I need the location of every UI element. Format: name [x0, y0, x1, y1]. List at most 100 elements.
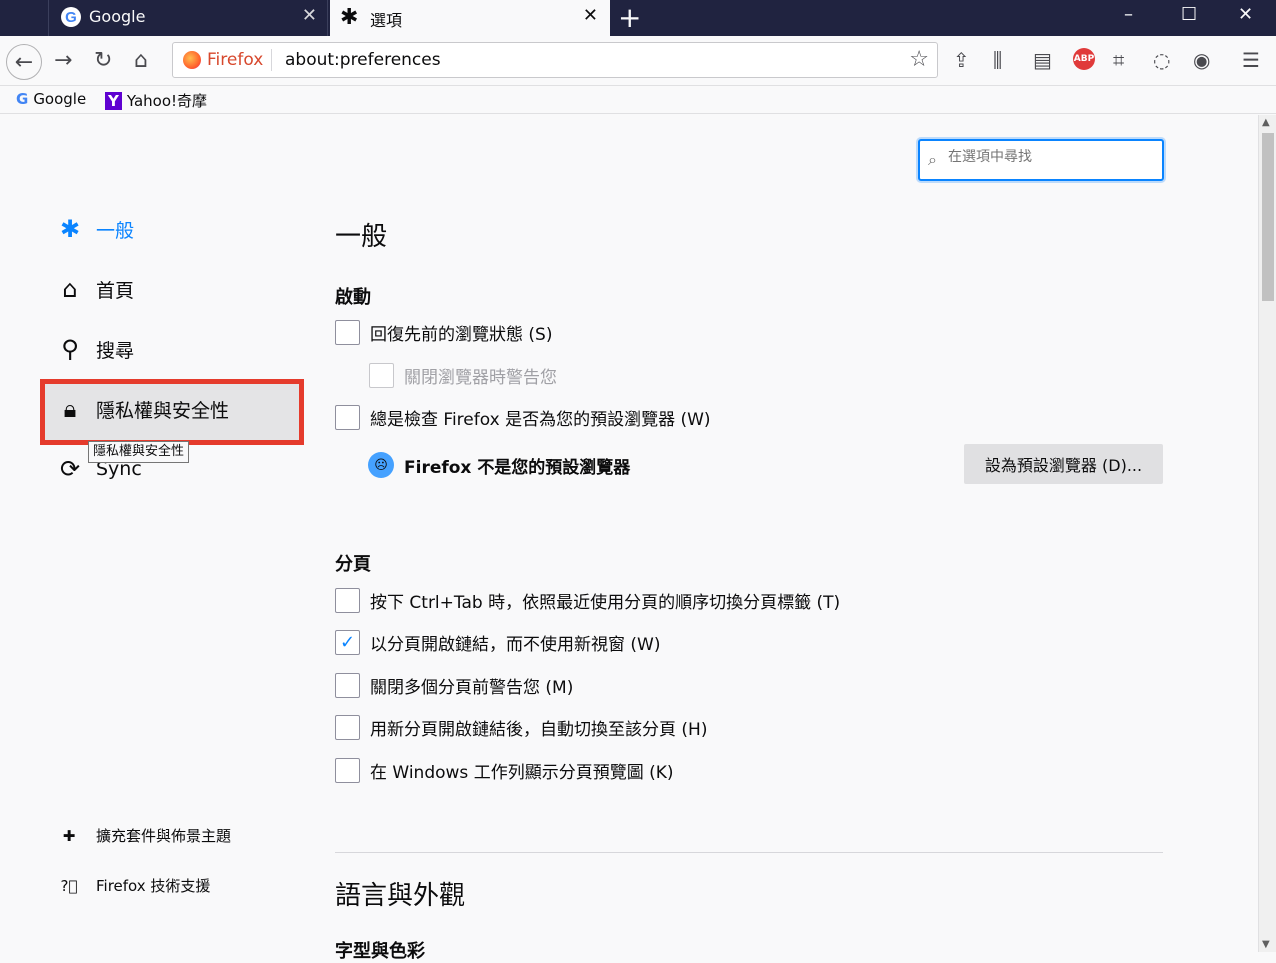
sad-face-icon: ☹: [368, 452, 394, 478]
support-link[interactable]: ?⃝ Firefox 技術支援: [60, 875, 211, 896]
account-icon[interactable]: ◉: [1193, 48, 1210, 72]
firefox-icon: [183, 51, 201, 69]
pocket-icon[interactable]: ⇪: [953, 48, 970, 72]
url-text[interactable]: about:preferences: [285, 50, 441, 70]
close-tab-icon[interactable]: ✕: [583, 5, 598, 26]
not-default-status: ☹ Firefox 不是您的預設瀏覽器: [368, 452, 630, 478]
option-label: 以分頁開啟鏈結，而不使用新視窗 (W): [370, 635, 661, 655]
search-icon: ⚲: [61, 335, 79, 363]
forward-button[interactable]: →: [54, 48, 72, 73]
library-icon[interactable]: ⫼: [993, 48, 1002, 72]
sidebar-item-privacy[interactable]: 🔒︎ 隱私權與安全性: [54, 395, 229, 423]
search-input[interactable]: [948, 149, 1148, 165]
checkbox[interactable]: [335, 405, 360, 430]
sidebar-item-label: 一般: [96, 219, 135, 242]
bookmarks-toolbar: G Google Y Yahoo!奇摩: [0, 86, 1276, 114]
tab-label: Google: [89, 7, 146, 26]
yahoo-icon: Y: [105, 91, 122, 110]
url-bar[interactable]: Firefox about:preferences ☆: [172, 42, 938, 78]
sync-icon: ⟳: [59, 455, 81, 483]
scroll-thumb[interactable]: [1262, 133, 1274, 301]
sidebar-item-label: 搜尋: [96, 339, 135, 362]
option-label: 關閉瀏覽器時警告您: [404, 368, 557, 388]
search-icon: ⌕: [928, 150, 937, 169]
maximize-button[interactable]: ☐: [1181, 4, 1197, 25]
bookmark-label: Google: [33, 90, 87, 108]
sidebar-item-general[interactable]: ✱ 一般: [54, 215, 134, 243]
checkbox[interactable]: [335, 673, 360, 698]
addons-label: 擴充套件與佈景主題: [96, 827, 232, 845]
new-tab-button[interactable]: +: [618, 1, 641, 34]
preferences-search[interactable]: ⌕: [918, 139, 1164, 181]
bookmark-star-icon[interactable]: ☆: [909, 47, 929, 72]
option-label: 按下 Ctrl+Tab 時，依照最近使用分頁的順序切換分頁標籤 (T): [370, 593, 841, 613]
tabs-heading: 分頁: [335, 554, 371, 575]
scroll-down-icon[interactable]: ▼: [1262, 939, 1270, 950]
sidebar-item-label: 隱私權與安全性: [96, 399, 230, 422]
warn-close-tabs-option[interactable]: 關閉多個分頁前警告您 (M): [335, 673, 573, 698]
open-links-in-tabs-option[interactable]: ✓ 以分頁開啟鏈結，而不使用新視窗 (W): [335, 630, 660, 655]
checkbox[interactable]: [335, 588, 360, 613]
make-default-button[interactable]: 設為預設瀏覽器 (D)...: [964, 444, 1163, 484]
url-separator: [271, 49, 272, 71]
menu-icon[interactable]: ☰: [1242, 48, 1260, 72]
bookmark-google[interactable]: G Google: [16, 90, 86, 108]
fonts-heading: 字型與色彩: [335, 941, 425, 962]
warn-on-quit-option: 關閉瀏覽器時警告您: [369, 363, 557, 388]
tab-options[interactable]: ✱ 選項 ✕: [330, 0, 610, 36]
sidebar-item-home[interactable]: ⌂ 首頁: [54, 275, 134, 303]
section-divider: [335, 852, 1163, 853]
addons-link[interactable]: ✚ 擴充套件與佈景主題: [60, 825, 231, 846]
back-button[interactable]: ←: [6, 44, 42, 80]
checkbox[interactable]: [335, 758, 360, 783]
preferences-page: ⌕ ✱ 一般 ⌂ 首頁 ⚲ 搜尋 🔒︎ 隱私權與安全性 ⟳ Sync 隱私權與安…: [0, 115, 1258, 962]
lock-icon: 🔒︎: [63, 395, 77, 423]
tab-google[interactable]: G Google ✕: [48, 0, 328, 36]
puzzle-icon: ✚: [62, 826, 76, 845]
option-label: 回復先前的瀏覽狀態 (S): [370, 325, 553, 345]
tab-bar: G Google ✕ ✱ 選項 ✕ + – ☐ ✕: [0, 0, 1276, 36]
reload-button[interactable]: ↻: [94, 48, 112, 73]
gear-icon: ✱: [340, 5, 359, 30]
crop-icon[interactable]: ⌗: [1113, 48, 1124, 72]
switch-to-new-tab-option[interactable]: 用新分頁開啟鏈結後，自動切換至該分頁 (H): [335, 715, 707, 740]
home-button[interactable]: ⌂: [134, 48, 148, 73]
option-label: 關閉多個分頁前警告您 (M): [370, 678, 574, 698]
checkbox: [369, 363, 394, 388]
google-icon: G: [16, 90, 29, 108]
adblock-icon[interactable]: ABP: [1073, 48, 1095, 70]
option-label: 總是檢查 Firefox 是否為您的預設瀏覽器 (W): [370, 410, 711, 430]
navigation-toolbar: ← → ↻ ⌂ Firefox about:preferences ☆ ⇪ ⫼ …: [0, 36, 1276, 86]
bookmark-label: Yahoo!奇摩: [126, 92, 208, 110]
option-label: 在 Windows 工作列顯示分頁預覽圖 (K): [370, 763, 674, 783]
identity-label: Firefox: [207, 50, 264, 70]
language-heading: 語言與外觀: [335, 881, 466, 911]
checkbox-checked[interactable]: ✓: [335, 630, 360, 655]
startup-heading: 啟動: [335, 287, 371, 308]
tab-label: 選項: [370, 11, 403, 30]
scrollbar[interactable]: ▲ ▼: [1258, 115, 1276, 952]
help-icon: ?⃝: [60, 876, 78, 895]
minimize-button[interactable]: –: [1124, 4, 1133, 25]
sidebar-item-search[interactable]: ⚲ 搜尋: [54, 335, 134, 363]
close-window-button[interactable]: ✕: [1238, 4, 1253, 25]
home-icon: ⌂: [62, 275, 78, 303]
gear-icon: ✱: [59, 215, 81, 243]
sidebar-icon[interactable]: ▤: [1033, 48, 1052, 72]
scroll-up-icon[interactable]: ▲: [1262, 117, 1270, 128]
restore-session-option[interactable]: 回復先前的瀏覽狀態 (S): [335, 320, 552, 345]
support-label: Firefox 技術支援: [96, 877, 211, 895]
bookmark-yahoo[interactable]: Y Yahoo!奇摩: [105, 90, 207, 111]
taskbar-previews-option[interactable]: 在 Windows 工作列顯示分頁預覽圖 (K): [335, 758, 674, 783]
tooltip: 隱私權與安全性: [88, 441, 190, 463]
status-text: Firefox 不是您的預設瀏覽器: [404, 457, 631, 478]
checkbox[interactable]: [335, 715, 360, 740]
close-tab-icon[interactable]: ✕: [302, 5, 317, 26]
ctrl-tab-option[interactable]: 按下 Ctrl+Tab 時，依照最近使用分頁的順序切換分頁標籤 (T): [335, 588, 840, 613]
sidebar-item-label: 首頁: [96, 279, 135, 302]
checkbox[interactable]: [335, 320, 360, 345]
option-label: 用新分頁開啟鏈結後，自動切換至該分頁 (H): [370, 720, 708, 740]
extension-icon[interactable]: ◌: [1153, 48, 1170, 72]
check-default-option[interactable]: 總是檢查 Firefox 是否為您的預設瀏覽器 (W): [335, 405, 711, 430]
page-title: 一般: [335, 222, 388, 252]
